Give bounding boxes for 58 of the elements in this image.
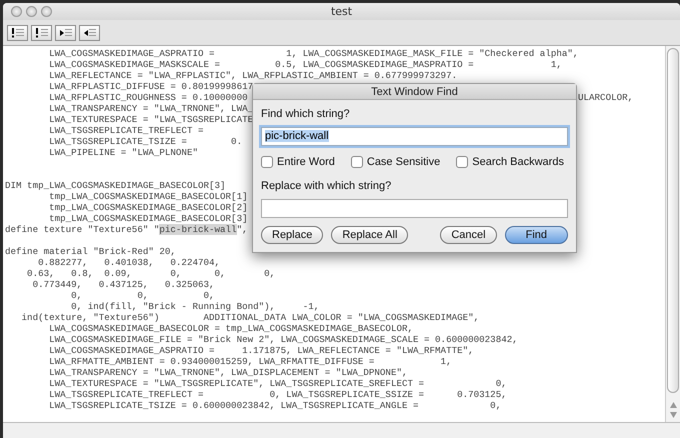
code-line: LWA_TRANSPARENCY = "LWA_TRNONE", LWA_ <box>48 103 254 114</box>
code-line: tmp_LWA_COGSMASKEDIMAGE_BASECOLOR[2] <box>48 202 248 213</box>
code-line: LWA_COGSMASKEDIMAGE_FILE = "Brick New 2", LWA_COGSMASKEDIMAGE_SCALE = 0.600000023842, <box>48 334 518 345</box>
code-line: LWA_RFMATTE_AMBIENT = 0.934000015259, LWA_RFMATTE_DIFFUSE = 1, <box>48 356 452 367</box>
dialog-button[interactable]: Cancel <box>440 226 497 244</box>
toolbar-button[interactable] <box>7 24 28 40</box>
code-line: LWA_TSGSREPLICATE_TREFLECT = 0, LWA_TSGSREPLICATE_SSIZE = 0.703125, <box>48 389 507 400</box>
dialog-button[interactable]: Replace <box>261 226 324 244</box>
close-button[interactable] <box>11 6 22 17</box>
toolbar-button[interactable] <box>31 24 52 40</box>
code-line: LWA_COGSMASKEDIMAGE_MASKSCALE = 0.5, LWA_COGSMASKEDIMAGE_MASPRATIO = 1, <box>48 59 562 70</box>
toolbar-button[interactable] <box>79 24 100 40</box>
toolbar-button[interactable] <box>55 24 76 40</box>
code-line: ind(texture, "Texture56") ADDITIONAL_DATA LWA_COLOR = "LWA_COGSMASKEDIMAGE", <box>20 312 480 323</box>
code-line: LWA_PIPELINE = "LWA_PLNONE" <box>48 147 198 158</box>
replace-field[interactable] <box>261 198 568 218</box>
code-line: LWA_TRANSPARENCY = "LWA_TRNONE", LWA_DISPLACEMENT = "LWA_DPNONE", <box>48 367 408 378</box>
code-line: LWA_COGSMASKEDIMAGE_ASPRATIO = 1.171875, LWA_REFLECTANCE = "LWA_RFMATTE", <box>48 345 474 356</box>
checkbox-option[interactable]: Entire Word <box>261 154 335 170</box>
find-field[interactable]: pic-brick-wall <box>261 126 568 146</box>
code-line: 0.63, 0.8, 0.09, 0, 0, 0, <box>26 268 276 279</box>
code-line: 0, ind(fill, "Brick - Running Bond"), -1, <box>70 301 320 312</box>
replace-label: Replace with which string? <box>261 179 392 194</box>
code-fragment: ULARCOLOR, <box>578 92 634 103</box>
scrollbar-thumb[interactable] <box>667 48 679 393</box>
code-line: LWA_RFPLASTIC_ROUGHNESS = 0.10000000 <box>48 92 248 103</box>
exclamation-indent-icon <box>34 27 48 38</box>
code-line: tmp_LWA_COGSMASKEDIMAGE_BASECOLOR[1] <box>48 191 248 202</box>
code-line: LWA_REFLECTANCE = "LWA_RFPLASTIC", LWA_RFPLASTIC_AMBIENT = 0.677999973297. <box>48 70 458 81</box>
code-line: define material "Brick-Red" 20, <box>5 246 176 257</box>
default-button[interactable]: Find <box>504 226 568 244</box>
code-line: LWA_TEXTURESPACE = "LWA_TSGSREPLICATE", LWA_TSGSREPLICATE_SREFLECT = 0, <box>48 378 507 389</box>
code-line: LWA_TSGSREPLICATE_TSIZE = 0. <box>48 136 242 147</box>
dialog-button[interactable]: Replace All <box>331 226 408 244</box>
scroll-up-icon[interactable] <box>670 402 676 408</box>
zoom-button[interactable] <box>41 6 52 17</box>
code-line: LWA_COGSMASKEDIMAGE_BASECOLOR = tmp_LWA_COGSMASKEDIMAGE_BASECOLOR, <box>48 323 413 334</box>
code-line: LWA_TEXTURESPACE = "LWA_TSGSREPLICATE <box>48 114 254 125</box>
code-line: 0.773449, 0.437125, 0.325063, <box>32 279 215 290</box>
code-line: 0, 0, 0, <box>70 290 215 301</box>
code-line: tmp_LWA_COGSMASKEDIMAGE_BASECOLOR[3] <box>48 213 248 224</box>
checkbox-option[interactable]: Case Sensitive <box>350 154 440 170</box>
code-line: LWA_RFPLASTIC_DIFFUSE = 0.80199998617 <box>48 81 254 92</box>
code-line: 0.882277, 0.401038, 0.224704, <box>37 257 220 268</box>
checkbox-option[interactable]: Search Backwards <box>456 154 564 170</box>
code-line: LWA_TSGSREPLICATE_TREFLECT = <box>48 125 204 136</box>
minimize-button[interactable] <box>26 6 37 17</box>
dialog-title: Text Window Find <box>253 84 576 100</box>
code-line: LWA_COGSMASKEDIMAGE_ASPRATIO = 1, LWA_COGSMASKEDIMAGE_MASK_FILE = "Checkered alpha", <box>48 48 578 59</box>
code-line: define texture "Texture56" "pic-brick-wall", <box>5 224 248 235</box>
code-line: LWA_TSGSREPLICATE_TSIZE = 0.600000023842, LWA_TSGSREPLICATE_ANGLE = 0, <box>48 400 502 411</box>
window-title: test <box>330 5 352 18</box>
exclamation-lines-icon <box>10 27 24 38</box>
indent-arrow-icon <box>58 27 72 38</box>
code-line: DIM tmp_LWA_COGSMASKEDIMAGE_BASECOLOR[3] <box>5 180 226 191</box>
find-label: Find which string? <box>261 107 350 122</box>
scroll-down-icon[interactable] <box>670 412 676 418</box>
outdent-arrow-icon <box>82 27 96 38</box>
